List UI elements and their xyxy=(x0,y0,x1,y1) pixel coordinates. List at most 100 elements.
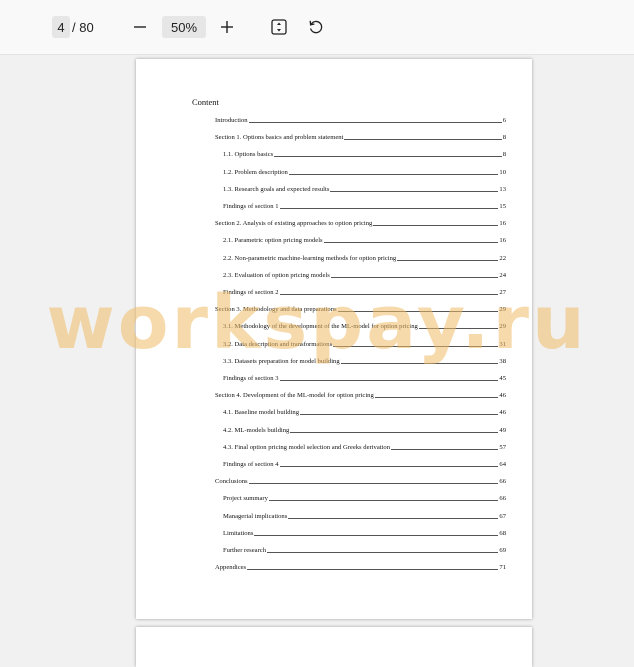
toc-entry-page: 8 xyxy=(502,151,506,159)
total-pages-label: / 80 xyxy=(72,19,94,35)
rotate-icon xyxy=(307,18,325,36)
toc-entry-page: 64 xyxy=(499,461,506,468)
toc-entry[interactable]: 3.1. Methodology of the development of t… xyxy=(223,321,506,330)
toc-entry[interactable]: 2.1. Parametric option pricing models 16 xyxy=(223,235,506,244)
toc-entry-page: 22 xyxy=(499,254,506,262)
toc-entry-page: 24 xyxy=(499,271,506,279)
toc-entry[interactable]: 1.2. Problem description 10 xyxy=(223,167,506,176)
toc-leader xyxy=(374,397,499,399)
toc-leader xyxy=(288,517,499,519)
document-page: Content Introduction 6 Section 1. Options … xyxy=(136,59,532,619)
toc-entry-page: 68 xyxy=(499,529,506,537)
toc-entry[interactable]: 1.1. Options basics 8 xyxy=(223,149,506,158)
toc-entry[interactable]: Limitations 68 xyxy=(223,528,506,537)
toc-entry[interactable]: Further research 69 xyxy=(223,545,506,554)
toc-entry-page: 6 xyxy=(502,117,506,124)
toc-entry-title: Findings of section 1 xyxy=(223,203,279,210)
toc-entry[interactable]: 4.2. ML-models building 49 xyxy=(223,425,506,434)
toc-leader xyxy=(300,414,499,416)
toc-entry-title: 2.1. Parametric option pricing models xyxy=(223,237,323,245)
toc-entry[interactable]: Conclusions 66 xyxy=(215,476,506,485)
toc-entry-page: 10 xyxy=(499,168,506,176)
toc-entry-title: Section 3. Methodology and data preparat… xyxy=(215,306,337,314)
toc-entry-title: Limitations xyxy=(223,529,254,537)
toc-leader xyxy=(279,208,499,209)
toc-entry-title: Managerial implications xyxy=(223,512,288,520)
toc-entry-page: 46 xyxy=(499,409,506,417)
toc-entry[interactable]: Project summary 66 xyxy=(223,493,506,502)
toc-title: Content xyxy=(192,97,219,107)
toc-entry-page: 69 xyxy=(499,547,506,554)
toc-leader xyxy=(373,225,499,227)
toc-leader xyxy=(247,569,499,571)
toc-entry[interactable]: Introduction 6 xyxy=(215,115,506,124)
toc-leader xyxy=(254,534,499,536)
toc-leader xyxy=(323,242,499,244)
toc-entry[interactable]: Section 1. Options basics and problem st… xyxy=(215,132,506,141)
page-number-input[interactable]: 4 xyxy=(52,16,70,38)
toc-entry-title: 4.3. Final option pricing model selectio… xyxy=(223,443,391,451)
toc-entry[interactable]: Findings of section 4 64 xyxy=(223,459,506,468)
toc-leader xyxy=(288,173,499,175)
toc-entry-title: Findings of section 4 xyxy=(223,461,279,468)
toc-entry-page: 29 xyxy=(499,323,506,331)
toc-entry-page: 13 xyxy=(499,185,506,193)
toc-entry[interactable]: 4.3. Final option pricing model selectio… xyxy=(223,442,506,451)
fit-page-button[interactable] xyxy=(268,16,290,38)
zoom-out-button[interactable] xyxy=(130,16,150,38)
toc-entry-title: Findings of section 3 xyxy=(223,375,279,382)
toc-entry-title: 4.2. ML-models building xyxy=(223,426,290,434)
zoom-in-button[interactable] xyxy=(216,16,238,38)
toc-entry-page: 67 xyxy=(499,512,506,520)
toc-entry[interactable]: 3.2. Data description and transformation… xyxy=(223,339,506,348)
toc-entry-title: Section 4. Development of the ML-model f… xyxy=(215,392,374,400)
toc-entry[interactable]: Appendices 71 xyxy=(215,562,506,571)
toc-leader xyxy=(248,483,499,485)
rotate-button[interactable] xyxy=(305,16,327,38)
toc-leader xyxy=(330,190,499,192)
next-document-page xyxy=(136,627,532,667)
toc-entry[interactable]: Findings of section 2 27 xyxy=(223,287,506,296)
toc-leader xyxy=(333,345,499,347)
toc-entry-page: 66 xyxy=(499,478,506,486)
toc-leader xyxy=(330,276,499,278)
toc-entry-page: 16 xyxy=(499,220,506,228)
toc-entry[interactable]: 2.3. Evaluation of option pricing models… xyxy=(223,270,506,279)
toc-entry[interactable]: Section 4. Development of the ML-model f… xyxy=(215,390,506,399)
toc-leader xyxy=(279,294,499,295)
toc-entry[interactable]: Section 3. Methodology and data preparat… xyxy=(215,304,506,313)
toc-entry-title: Appendices xyxy=(215,564,247,572)
toc-entry-page: 45 xyxy=(499,375,506,382)
toc-leader xyxy=(274,156,502,158)
pdf-toolbar: 4 / 80 50% xyxy=(0,0,634,55)
toc-leader xyxy=(397,259,499,261)
toc-entry-page: 27 xyxy=(499,289,506,296)
toc-entry[interactable]: 1.3. Research goals and expected results… xyxy=(223,184,506,193)
toc-entry-title: 1.3. Research goals and expected results xyxy=(223,185,330,193)
toc-entry[interactable]: Managerial implications 67 xyxy=(223,511,506,520)
toc-entry[interactable]: Findings of section 1 15 xyxy=(223,201,506,210)
toc-leader xyxy=(279,380,499,381)
toc-leader xyxy=(391,448,499,450)
toc-entry-page: 29 xyxy=(499,306,506,314)
toc-entry[interactable]: 3.3. Datasets preparation for model buil… xyxy=(223,356,506,365)
toc-entry[interactable]: Section 2. Analysis of existing approach… xyxy=(215,218,506,227)
toc-entry[interactable]: 4.1. Baseline model building 46 xyxy=(223,407,506,416)
toc-entry[interactable]: 2.2. Non-parametric machine-learning met… xyxy=(223,253,506,262)
toc-entry-title: Findings of section 2 xyxy=(223,289,279,296)
toc-entry-title: Section 2. Analysis of existing approach… xyxy=(215,220,373,228)
toc-leader xyxy=(290,431,499,433)
toc-leader xyxy=(418,328,499,330)
fit-page-icon xyxy=(270,18,288,36)
toc-entry-title: Section 1. Options basics and problem st… xyxy=(215,134,344,142)
toc-entry[interactable]: Findings of section 3 45 xyxy=(223,373,506,382)
zoom-level[interactable]: 50% xyxy=(162,16,206,38)
toc-entry-title: 3.2. Data description and transformation… xyxy=(223,340,333,348)
plus-icon xyxy=(220,20,234,34)
toc-leader xyxy=(340,362,499,364)
toc-leader xyxy=(279,466,499,467)
toc-entry-title: Project summary xyxy=(223,495,268,503)
toc-entry-page: 15 xyxy=(499,203,506,210)
toc-entry-page: 8 xyxy=(502,134,506,142)
toc-entry-page: 38 xyxy=(499,357,506,365)
